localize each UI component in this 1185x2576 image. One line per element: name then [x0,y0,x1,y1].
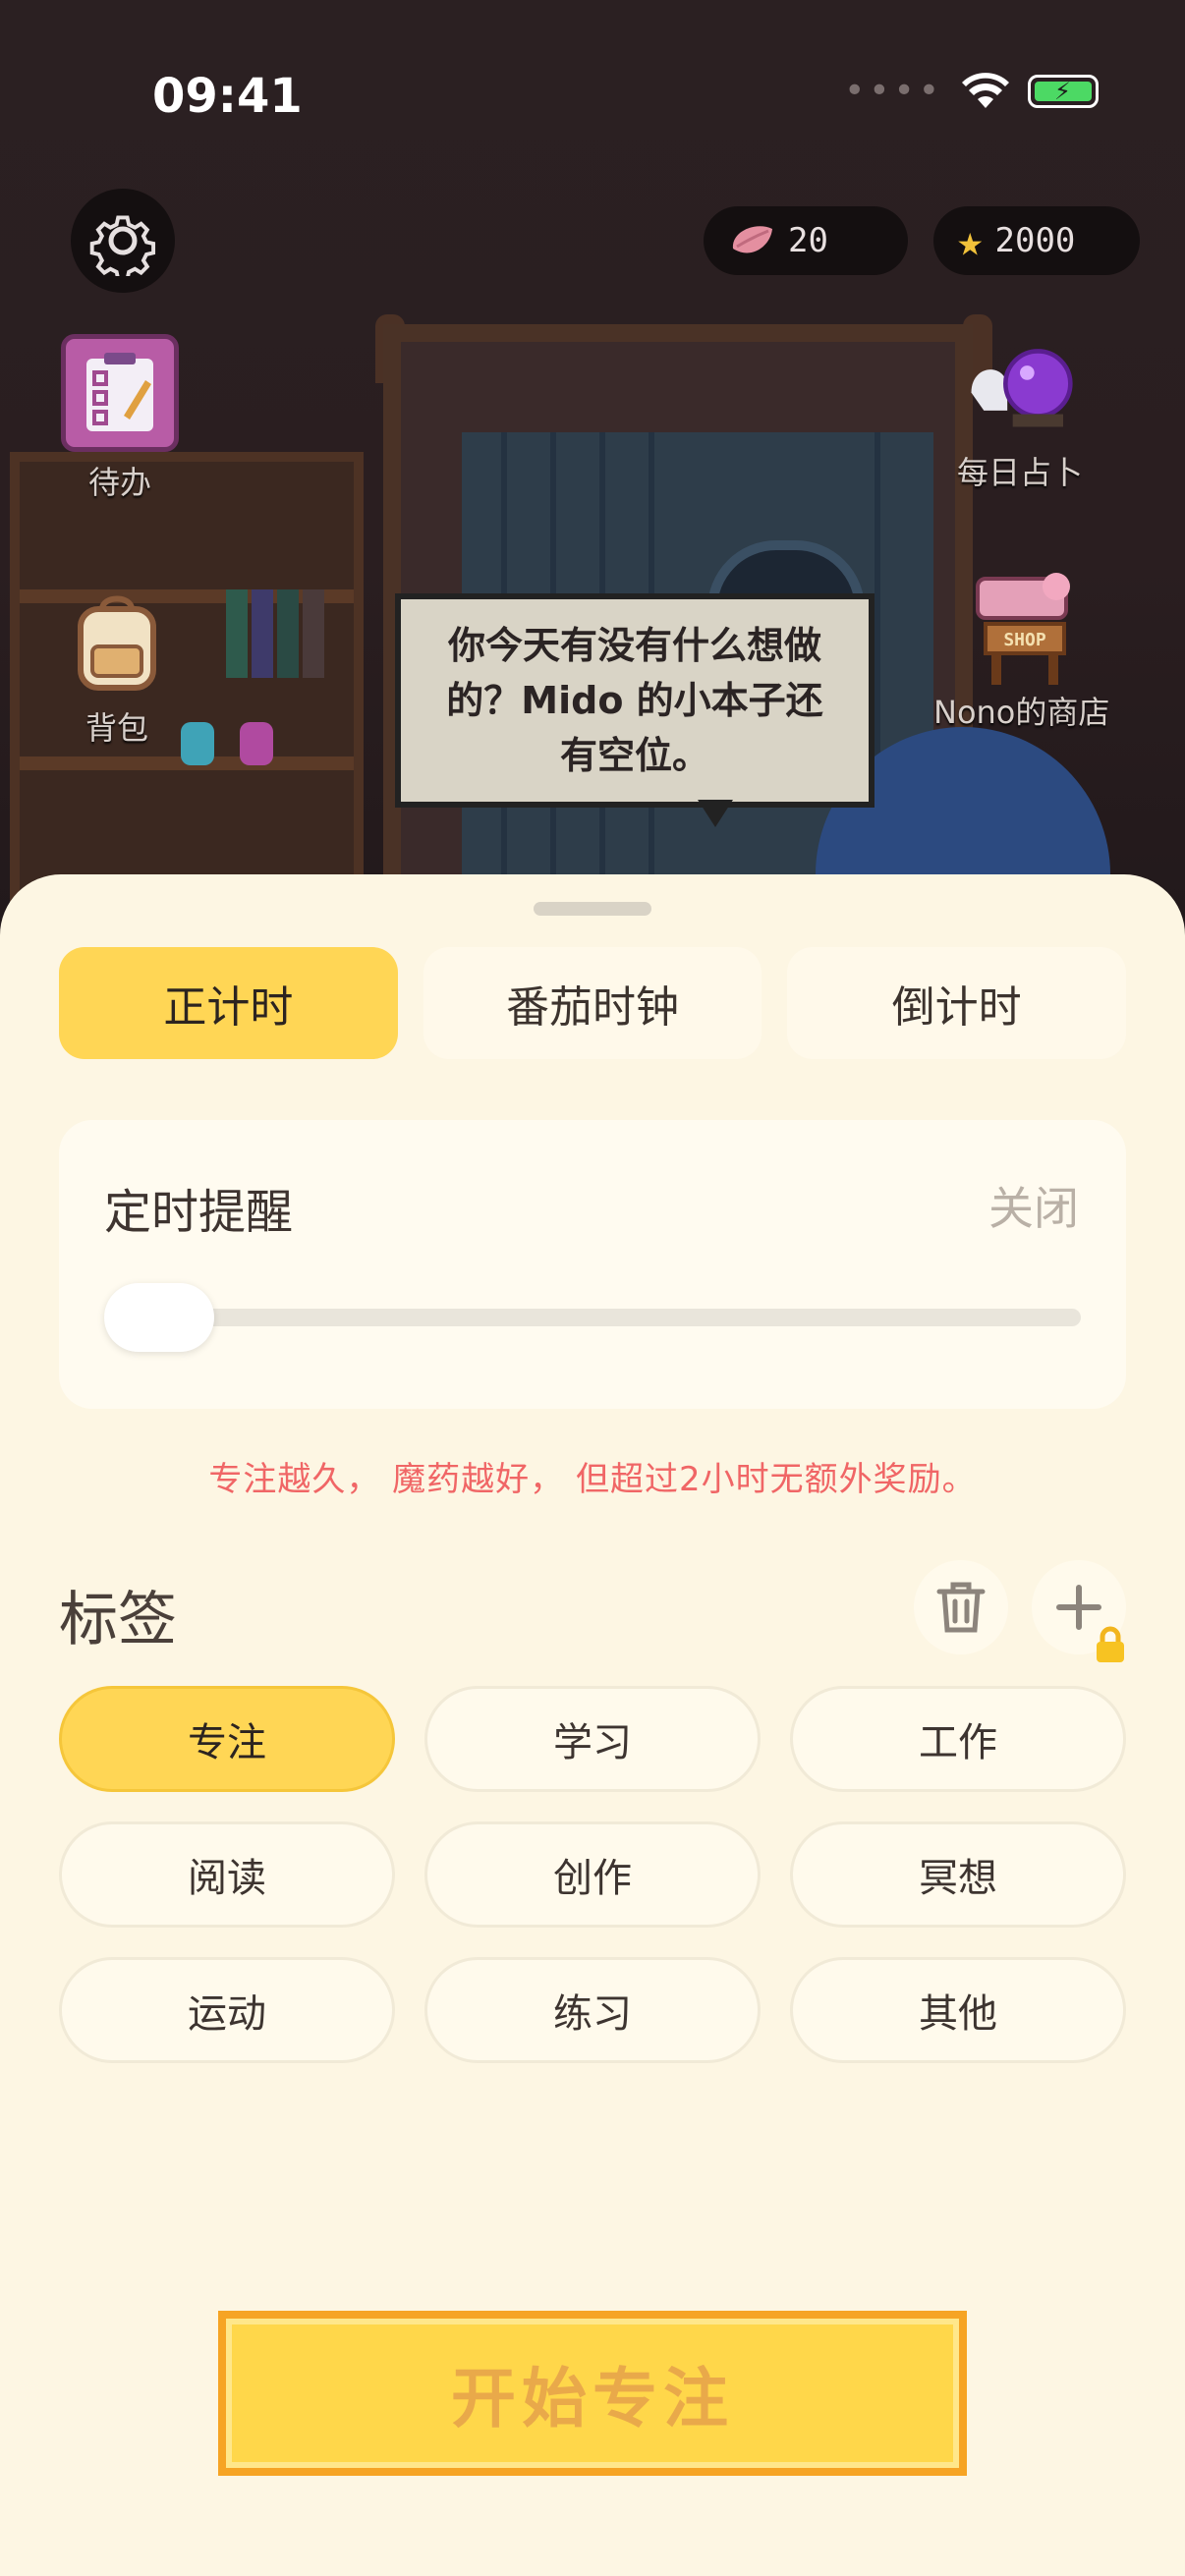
tab-count-up[interactable]: 正计时 [59,947,398,1059]
plus-icon [1056,1585,1101,1630]
reminder-card: 定时提醒 关闭 [59,1120,1126,1409]
tab-countdown[interactable]: 倒计时 [787,947,1127,1059]
todo-label: 待办 [87,464,151,501]
backpack-icon [63,589,171,698]
clipboard-icon [61,334,179,452]
star-counter[interactable]: ★ 2000 [933,206,1140,275]
tag-study[interactable]: 学习 [424,1686,761,1792]
backpack-button[interactable]: 背包 [63,589,171,749]
focus-hint: 专注越久， 魔药越好， 但超过2小时无额外奖励。 [208,1460,977,1499]
mode-tabs: 正计时 番茄时钟 倒计时 [59,947,1127,1059]
todo-button[interactable]: 待办 [61,334,179,503]
tag-meditation[interactable]: 冥想 [790,1821,1126,1928]
tag-practice[interactable]: 练习 [424,1957,761,2063]
shop-sign: SHOP [1003,630,1046,650]
reminder-state: 关闭 [988,1182,1079,1235]
backpack-label: 背包 [85,709,148,747]
sheet-drag-handle[interactable] [534,902,651,916]
lock-icon [1097,1626,1124,1662]
star-count: 2000 [994,221,1076,260]
status-icons: •••• ⚡ [844,71,1099,111]
tag-work[interactable]: 工作 [790,1686,1126,1792]
add-tag-button[interactable] [1032,1560,1126,1662]
tag-reading[interactable]: 阅读 [59,1821,395,1928]
delete-tag-button[interactable] [914,1560,1008,1654]
tab-pomodoro[interactable]: 番茄时钟 [423,947,762,1059]
status-time: 09:41 [152,69,303,124]
crystal-ball-icon [966,334,1074,442]
reminder-slider-knob[interactable] [104,1283,214,1352]
tags-title: 标签 [59,1586,177,1654]
tags-grid: 专注 学习 工作 阅读 创作 冥想 运动 练习 其他 [59,1686,1126,2063]
wifi-icon [962,72,1009,108]
petal-count: 20 [788,221,828,260]
reminder-title: 定时提醒 [104,1185,294,1240]
tag-creation[interactable]: 创作 [424,1821,761,1928]
settings-button[interactable] [71,189,175,293]
fortune-button[interactable]: 每日占卜 [957,334,1083,493]
battery-icon: ⚡ [1028,74,1099,108]
shop-button[interactable]: SHOP Nono的商店 [933,573,1110,733]
timer-sheet: 正计时 番茄时钟 倒计时 定时提醒 关闭 专注越久， 魔药越好， 但超过2小时无… [0,874,1185,2576]
speech-bubble: 你今天有没有什么想做的？Mido 的小本子还有空位。 [395,593,875,808]
signal-dots-icon: •••• [844,71,943,111]
reminder-slider-track[interactable] [104,1309,1081,1326]
potion-bottle [181,722,214,765]
petal-icon [732,226,772,253]
start-focus-button[interactable]: 开始专注 [218,2311,967,2476]
star-icon: ★ [957,215,984,266]
shop-label: Nono的商店 [933,694,1110,731]
tag-exercise[interactable]: 运动 [59,1957,395,2063]
trash-icon [936,1582,986,1633]
tag-focus[interactable]: 专注 [59,1686,395,1792]
potion-bottle [240,722,273,765]
gear-icon [89,215,156,276]
tag-other[interactable]: 其他 [790,1957,1126,2063]
fortune-label: 每日占卜 [957,454,1084,491]
shop-stall-icon: SHOP [948,573,1096,685]
petal-counter[interactable]: 20 [704,206,908,275]
speech-bubble-tail [698,800,733,827]
